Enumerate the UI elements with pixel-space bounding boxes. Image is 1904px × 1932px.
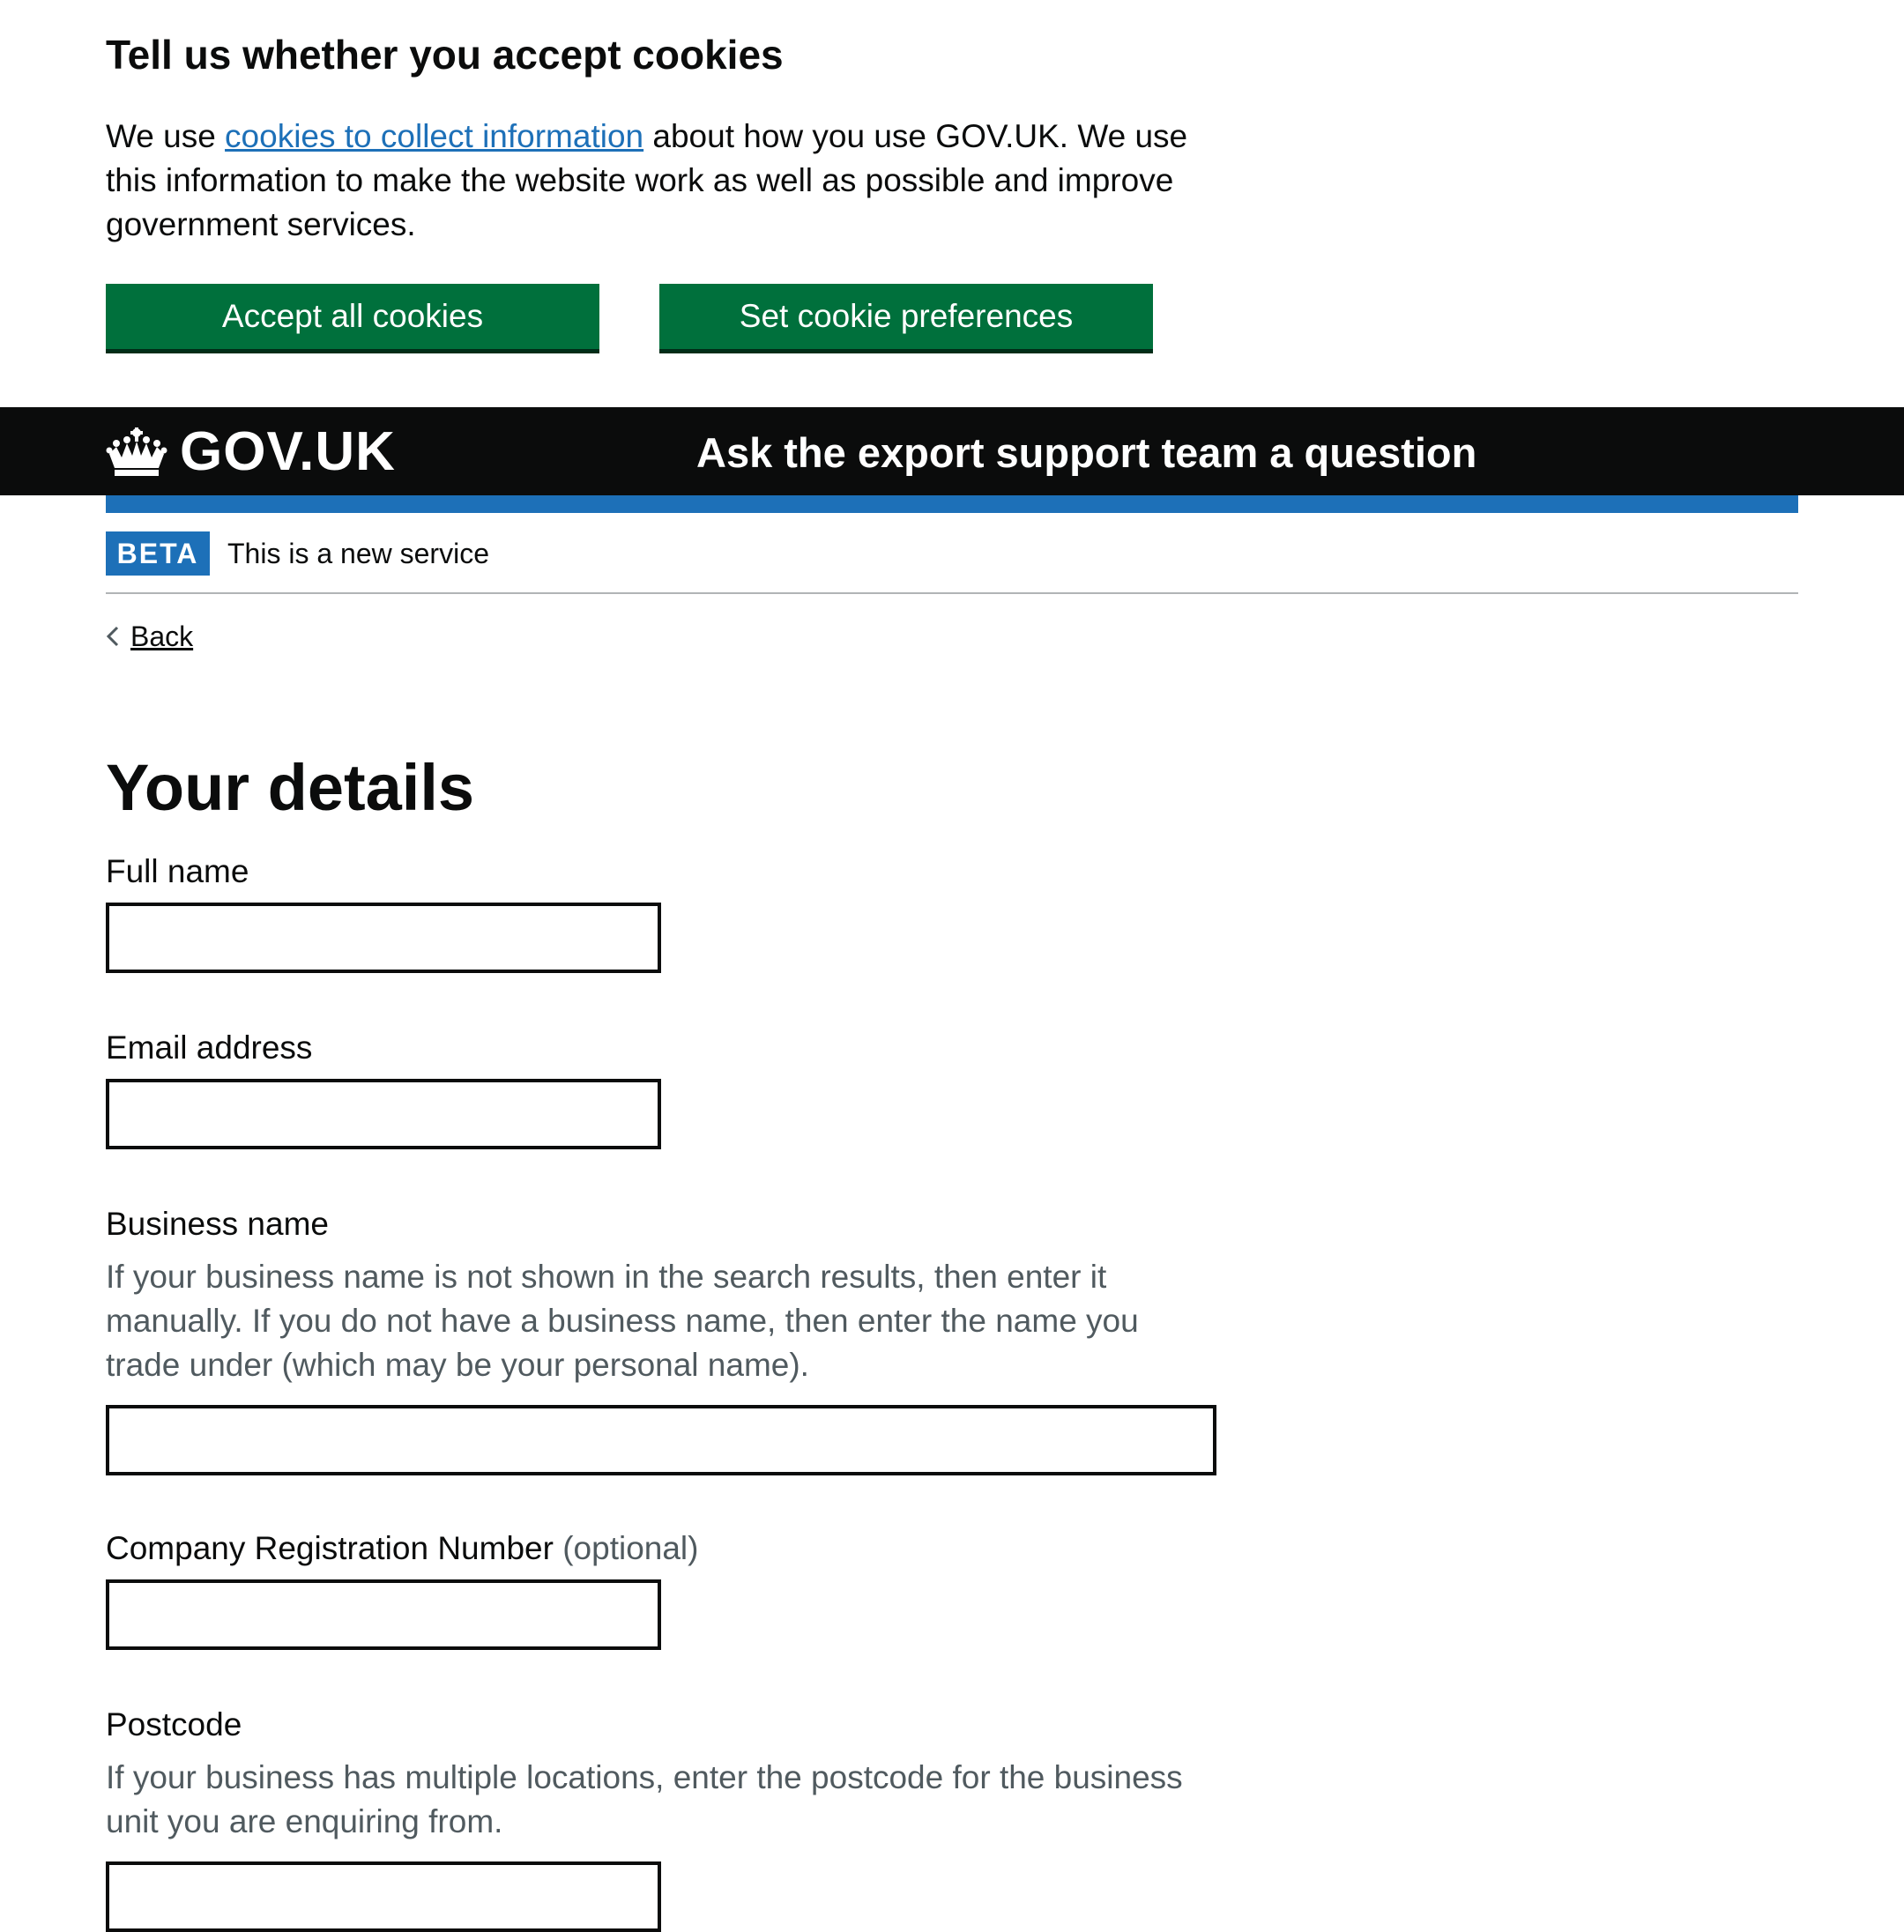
email-label: Email address xyxy=(106,1029,313,1066)
company-reg-label: Company Registration Number (optional) xyxy=(106,1527,698,1571)
company-reg-input[interactable] xyxy=(106,1579,661,1650)
beta-tag: BETA xyxy=(106,531,210,576)
govuk-logo-link[interactable]: GOV.UK xyxy=(106,425,396,479)
header-blue-bar xyxy=(106,495,1798,513)
business-name-hint: If your business name is not shown in th… xyxy=(106,1259,1139,1383)
crown-icon xyxy=(106,427,167,476)
phase-banner: BETA This is a new service xyxy=(106,513,1798,594)
postcode-hint: If your business has multiple locations,… xyxy=(106,1759,1183,1839)
email-input[interactable] xyxy=(106,1079,661,1149)
business-name-label: Business name xyxy=(106,1206,329,1242)
full-name-label: Full name xyxy=(106,853,249,889)
accept-cookies-button[interactable]: Accept all cookies xyxy=(106,284,599,349)
site-header: GOV.UK Ask the export support team a que… xyxy=(0,407,1904,495)
back-link-label: Back xyxy=(130,620,194,652)
postcode-input[interactable] xyxy=(106,1861,661,1932)
postcode-label: Postcode xyxy=(106,1706,242,1743)
page: Tell us whether you accept cookies We us… xyxy=(0,0,1904,1932)
service-name-link[interactable]: Ask the export support team a question xyxy=(696,428,1476,478)
cookie-banner-title: Tell us whether you accept cookies xyxy=(106,32,784,78)
optional-text: (optional) xyxy=(562,1530,699,1566)
cookie-text-start: We use xyxy=(106,118,226,154)
chevron-left-icon xyxy=(106,626,119,647)
phase-banner-text: This is a new service xyxy=(227,538,489,569)
company-reg-label-text: Company Registration Number xyxy=(106,1530,554,1566)
page-title: Your details xyxy=(106,751,475,824)
business-name-input[interactable] xyxy=(106,1405,1216,1475)
cookie-banner: Tell us whether you accept cookies We us… xyxy=(0,0,1904,407)
back-link[interactable]: Back xyxy=(106,617,193,656)
full-name-input[interactable] xyxy=(106,903,661,973)
cookie-banner-text: We use cookies to collect information ab… xyxy=(106,115,1199,247)
govuk-logo-text: GOV.UK xyxy=(180,421,396,482)
set-cookie-preferences-button[interactable]: Set cookie preferences xyxy=(659,284,1153,349)
cookie-info-link[interactable]: cookies to collect information xyxy=(225,118,643,154)
